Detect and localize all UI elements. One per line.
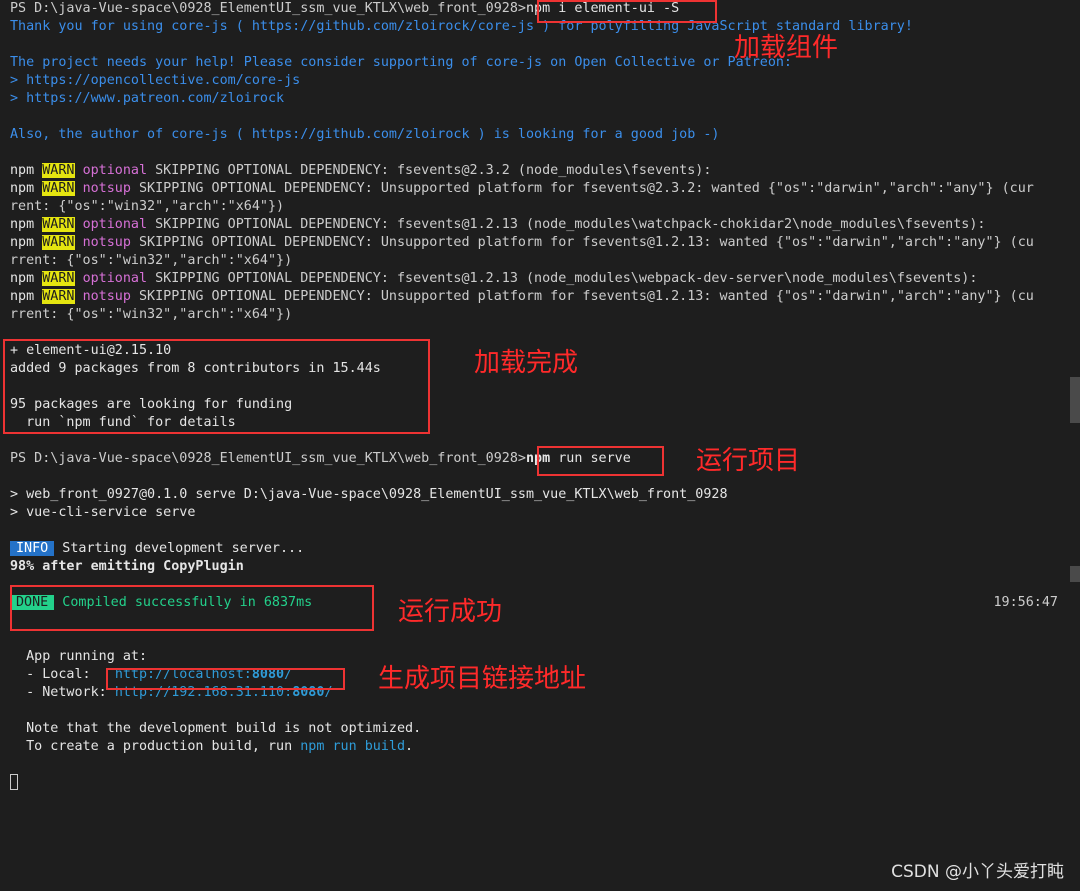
npm-label: npm bbox=[10, 271, 35, 286]
network-url-host: http://192.168.31.110: bbox=[114, 685, 293, 700]
note-line: To create a production build, run npm ru… bbox=[10, 738, 1070, 756]
warn-text: SKIPPING OPTIONAL DEPENDENCY: Unsupporte… bbox=[130, 289, 1034, 304]
network-url-link[interactable]: http://192.168.31.110:8080/ bbox=[115, 685, 333, 700]
progress-line: 98% after emitting CopyPlugin bbox=[10, 559, 244, 574]
warn-badge: WARN bbox=[42, 235, 75, 250]
local-label: - Local: bbox=[10, 667, 115, 682]
prompt: PS D:\java-Vue-space\0928_ElementUI_ssm_… bbox=[10, 1, 526, 16]
watermark: CSDN @小丫头爱打盹 bbox=[891, 862, 1064, 882]
annotation-load-complete: 加载完成 bbox=[474, 348, 579, 378]
prompt: PS D:\java-Vue-space\0928_ElementUI_ssm_… bbox=[10, 451, 526, 466]
done-badge: DONE bbox=[10, 595, 55, 610]
terminal-line: > https://opencollective.com/core-js bbox=[10, 73, 301, 88]
warn-badge: WARN bbox=[42, 163, 75, 178]
network-url-port: 8080 bbox=[292, 685, 325, 700]
info-badge: INFO bbox=[10, 541, 55, 556]
warn-text: SKIPPING OPTIONAL DEPENDENCY: fsevents@2… bbox=[147, 163, 712, 178]
terminal-line: > https://www.patreon.com/zloirock bbox=[10, 91, 285, 106]
warn-text: SKIPPING OPTIONAL DEPENDENCY: fsevents@1… bbox=[147, 217, 986, 232]
note-text: To create a production build, run bbox=[10, 739, 301, 754]
build-command: npm run build bbox=[300, 739, 406, 754]
command-text: npm i element-ui -S bbox=[525, 1, 680, 16]
warn-line: npm WARN optional SKIPPING OPTIONAL DEPE… bbox=[10, 216, 1070, 234]
warn-tag: optional bbox=[82, 271, 148, 286]
network-label: - Network: bbox=[10, 685, 115, 700]
command-text: run serve bbox=[550, 451, 631, 466]
timestamp: 19:56:47 bbox=[993, 595, 1059, 610]
npm-label: npm bbox=[10, 181, 35, 196]
warn-badge: WARN bbox=[42, 289, 75, 304]
warn-badge: WARN bbox=[42, 217, 75, 232]
terminal-line: The project needs your help! Please cons… bbox=[10, 55, 792, 70]
network-url-slash: / bbox=[324, 685, 333, 700]
terminal-line: PS D:\java-Vue-space\0928_ElementUI_ssm_… bbox=[10, 450, 1070, 468]
warn-badge: WARN bbox=[42, 181, 75, 196]
npm-label: npm bbox=[10, 235, 35, 250]
serve-line: > vue-cli-service serve bbox=[10, 505, 196, 520]
local-url-link[interactable]: http://localhost:8080/ bbox=[115, 667, 292, 682]
warn-tag: optional bbox=[82, 217, 148, 232]
warn-line: npm WARN optional SKIPPING OPTIONAL DEPE… bbox=[10, 270, 1070, 288]
cursor-line[interactable] bbox=[10, 774, 1070, 792]
npm-label: npm bbox=[10, 163, 35, 178]
local-url-host: http://localhost: bbox=[114, 667, 252, 682]
npm-label: npm bbox=[10, 217, 35, 232]
warn-line-wrap: rrent: {"os":"win32","arch":"x64"}) bbox=[10, 253, 293, 268]
info-line: INFO Starting development server... bbox=[10, 540, 1070, 558]
info-text: Starting development server... bbox=[54, 541, 305, 556]
terminal-cursor bbox=[10, 774, 18, 790]
note-line: Note that the development build is not o… bbox=[10, 721, 422, 736]
warn-text: SKIPPING OPTIONAL DEPENDENCY: fsevents@1… bbox=[147, 271, 978, 286]
npm-label: npm bbox=[10, 289, 35, 304]
warn-line: npm WARN optional SKIPPING OPTIONAL DEPE… bbox=[10, 162, 1070, 180]
warn-tag: notsup bbox=[82, 181, 131, 196]
terminal-line: Thank you for using core-js ( https://gi… bbox=[10, 19, 913, 34]
annotation-run-project: 运行项目 bbox=[696, 446, 801, 476]
annotation-run-success: 运行成功 bbox=[398, 597, 503, 627]
warn-line: npm WARN notsup SKIPPING OPTIONAL DEPEND… bbox=[10, 234, 1070, 252]
command-npm: npm bbox=[525, 451, 551, 466]
funding-line: run `npm fund` for details bbox=[10, 415, 236, 430]
terminal-line: Also, the author of core-js ( https://gi… bbox=[10, 127, 720, 142]
done-line: DONE Compiled successfully in 6837ms 19:5… bbox=[10, 594, 1070, 612]
warn-text: SKIPPING OPTIONAL DEPENDENCY: Unsupporte… bbox=[130, 181, 1034, 196]
done-text: Compiled successfully in 6837ms bbox=[54, 595, 313, 610]
funding-line: 95 packages are looking for funding bbox=[10, 397, 293, 412]
scrollbar-thumb-lower[interactable] bbox=[1070, 566, 1080, 582]
warn-line-wrap: rent: {"os":"win32","arch":"x64"}) bbox=[10, 199, 285, 214]
serve-line: > web_front_0927@0.1.0 serve D:\java-Vue… bbox=[10, 487, 728, 502]
warn-line: npm WARN notsup SKIPPING OPTIONAL DEPEND… bbox=[10, 288, 1070, 306]
warn-tag: notsup bbox=[82, 235, 131, 250]
local-url-port: 8080 bbox=[251, 667, 285, 682]
warn-line: npm WARN notsup SKIPPING OPTIONAL DEPEND… bbox=[10, 180, 1070, 198]
annotation-load-component: 加载组件 bbox=[734, 33, 839, 63]
annotation-gen-link: 生成项目链接地址 bbox=[378, 664, 587, 694]
warn-badge: WARN bbox=[42, 271, 75, 286]
local-url-slash: / bbox=[284, 667, 293, 682]
warn-tag: notsup bbox=[82, 289, 131, 304]
warn-text: SKIPPING OPTIONAL DEPENDENCY: Unsupporte… bbox=[130, 235, 1034, 250]
warn-tag: optional bbox=[82, 163, 148, 178]
scrollbar-thumb[interactable] bbox=[1070, 377, 1080, 423]
warn-line-wrap: rrent: {"os":"win32","arch":"x64"}) bbox=[10, 307, 293, 322]
note-period: . bbox=[405, 739, 414, 754]
terminal-line: PS D:\java-Vue-space\0928_ElementUI_ssm_… bbox=[10, 0, 1070, 18]
